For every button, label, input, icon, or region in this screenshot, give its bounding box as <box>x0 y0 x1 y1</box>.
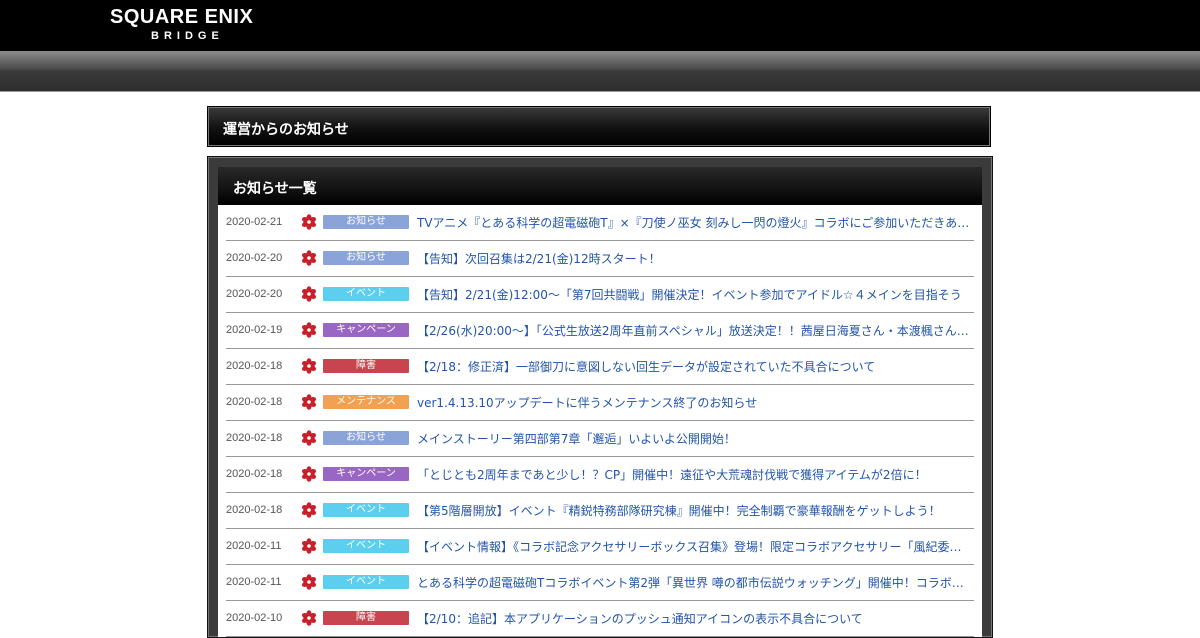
category-badge: 障害 <box>323 359 409 373</box>
notice-list-container: お知らせ一覧 2020-02-21 お知らせ TVアニメ『とある科学の超電磁砲T』×… <box>218 167 982 637</box>
announcements-panel-header: 運営からのお知らせ <box>207 106 991 147</box>
flower-icon <box>301 430 317 446</box>
notice-row[interactable]: 2020-02-19 キャンペーン 【2/26(水)20:00～】「公式生放送2周年… <box>226 313 974 349</box>
category-badge: イベント <box>323 503 409 517</box>
panel-title: 運営からのお知らせ <box>223 122 349 138</box>
notice-row[interactable]: 2020-02-21 お知らせ TVアニメ『とある科学の超電磁砲T』×『刀使ノ巫女 … <box>226 205 974 241</box>
notice-title-link[interactable]: とある科学の超電磁砲Tコラボイベント第2弾「異世界 噂の都市伝説ウォッチング」開… <box>417 574 972 591</box>
category-badge: お知らせ <box>323 251 409 265</box>
notice-row[interactable]: 2020-02-18 イベント 【第5階層開放】イベント『精鋭特務部隊研究棟』開催中… <box>226 493 974 529</box>
flower-icon <box>301 394 317 410</box>
notice-date: 2020-02-18 <box>226 432 283 444</box>
logo-main-text: SQUARE ENIX <box>110 6 254 28</box>
notice-date: 2020-02-20 <box>226 252 283 264</box>
notice-row[interactable]: 2020-02-18 障害 【2/18：修正済】一部御刀に意図しない回生データが設定… <box>226 349 974 385</box>
category-badge: メンテナンス <box>323 395 409 409</box>
notice-date: 2020-02-18 <box>226 396 283 408</box>
notice-date: 2020-02-18 <box>226 360 283 372</box>
top-header-bar: SQUARE ENIX BRIDGE <box>0 0 1200 51</box>
notice-row[interactable]: 2020-02-20 イベント 【告知】2/21(金)12:00～「第7回共闘戦」開… <box>226 277 974 313</box>
category-badge: お知らせ <box>323 215 409 229</box>
category-badge: キャンペーン <box>323 323 409 337</box>
flower-icon <box>301 574 317 590</box>
flower-icon <box>301 214 317 230</box>
notice-title-link[interactable]: 【2/10：追記】本アプリケーションのプッシュ通知アイコンの表示不具合について <box>417 610 972 627</box>
notice-date: 2020-02-11 <box>226 540 282 552</box>
category-badge: 障害 <box>323 611 409 625</box>
category-badge: イベント <box>323 539 409 553</box>
flower-icon <box>301 610 317 626</box>
notice-row[interactable]: 2020-02-10 障害 【2/10：追記】本アプリケーションのプッシュ通知アイコ… <box>226 601 974 637</box>
notice-title-link[interactable]: 【イベント情報】《コラボ記念アクセサリーボックス召集》登場！限定コラボアクセサリ… <box>417 538 972 555</box>
notice-title-link[interactable]: 【2/18：修正済】一部御刀に意図しない回生データが設定されていた不具合について <box>417 358 972 375</box>
flower-icon <box>301 538 317 554</box>
navigation-bar <box>0 51 1200 92</box>
category-badge: お知らせ <box>323 431 409 445</box>
notice-list-header: お知らせ一覧 <box>218 167 982 205</box>
notice-title-link[interactable]: メインストーリー第四部第7章「邂逅」いよいよ公開開始！ <box>417 430 972 447</box>
notice-row[interactable]: 2020-02-20 お知らせ 【告知】次回召集は2/21(金)12時スタート！ <box>226 241 974 277</box>
flower-icon <box>301 466 317 482</box>
notice-list-frame: お知らせ一覧 2020-02-21 お知らせ TVアニメ『とある科学の超電磁砲T』×… <box>207 156 993 638</box>
flower-icon <box>301 250 317 266</box>
notice-date: 2020-02-20 <box>226 288 283 300</box>
category-badge: イベント <box>323 287 409 301</box>
notice-title-link[interactable]: 「とじとも2周年まであと少し！？CP」開催中！遠征や大荒魂討伐戦で獲得アイテムが… <box>417 466 972 483</box>
notice-date: 2020-02-21 <box>226 216 283 228</box>
notice-title-link[interactable]: 【2/26(水)20:00～】「公式生放送2周年直前スペシャル」放送決定！！茜屋… <box>417 322 972 339</box>
notice-row[interactable]: 2020-02-11 イベント とある科学の超電磁砲Tコラボイベント第2弾「異世界 … <box>226 565 974 601</box>
notice-date: 2020-02-11 <box>226 576 282 588</box>
notice-row[interactable]: 2020-02-11 イベント 【イベント情報】《コラボ記念アクセサリーボックス召集… <box>226 529 974 565</box>
logo-sub-text: BRIDGE <box>151 30 224 42</box>
notice-title-link[interactable]: ver1.4.13.10アップデートに伴うメンテナンス終了のお知らせ <box>417 394 972 411</box>
notice-date: 2020-02-19 <box>226 324 283 336</box>
notice-list-title: お知らせ一覧 <box>233 181 317 197</box>
notice-row[interactable]: 2020-02-18 メンテナンス ver1.4.13.10アップデートに伴うメンテ… <box>226 385 974 421</box>
flower-icon <box>301 322 317 338</box>
flower-icon <box>301 502 317 518</box>
flower-icon <box>301 286 317 302</box>
flower-icon <box>301 358 317 374</box>
notice-title-link[interactable]: 【第5階層開放】イベント『精鋭特務部隊研究棟』開催中！完全制覇で豪華報酬をゲット… <box>417 502 972 519</box>
notice-title-link[interactable]: 【告知】次回召集は2/21(金)12時スタート！ <box>417 250 972 267</box>
notice-title-link[interactable]: TVアニメ『とある科学の超電磁砲T』×『刀使ノ巫女 刻みし一閃の燈火』コラボにご… <box>417 214 972 231</box>
notice-row[interactable]: 2020-02-18 キャンペーン 「とじとも2周年まであと少し！？CP」開催中！遠… <box>226 457 974 493</box>
notice-date: 2020-02-18 <box>226 504 283 516</box>
notice-row[interactable]: 2020-02-18 お知らせ メインストーリー第四部第7章「邂逅」いよいよ公開開始… <box>226 421 974 457</box>
category-badge: キャンペーン <box>323 467 409 481</box>
category-badge: イベント <box>323 575 409 589</box>
notice-date: 2020-02-10 <box>226 612 283 624</box>
notice-list: 2020-02-21 お知らせ TVアニメ『とある科学の超電磁砲T』×『刀使ノ巫女 … <box>226 205 974 637</box>
notice-title-link[interactable]: 【告知】2/21(金)12:00～「第7回共闘戦」開催決定！イベント参加でアイド… <box>417 286 972 303</box>
square-enix-bridge-logo[interactable]: SQUARE ENIX BRIDGE <box>110 6 275 46</box>
notice-date: 2020-02-18 <box>226 468 283 480</box>
